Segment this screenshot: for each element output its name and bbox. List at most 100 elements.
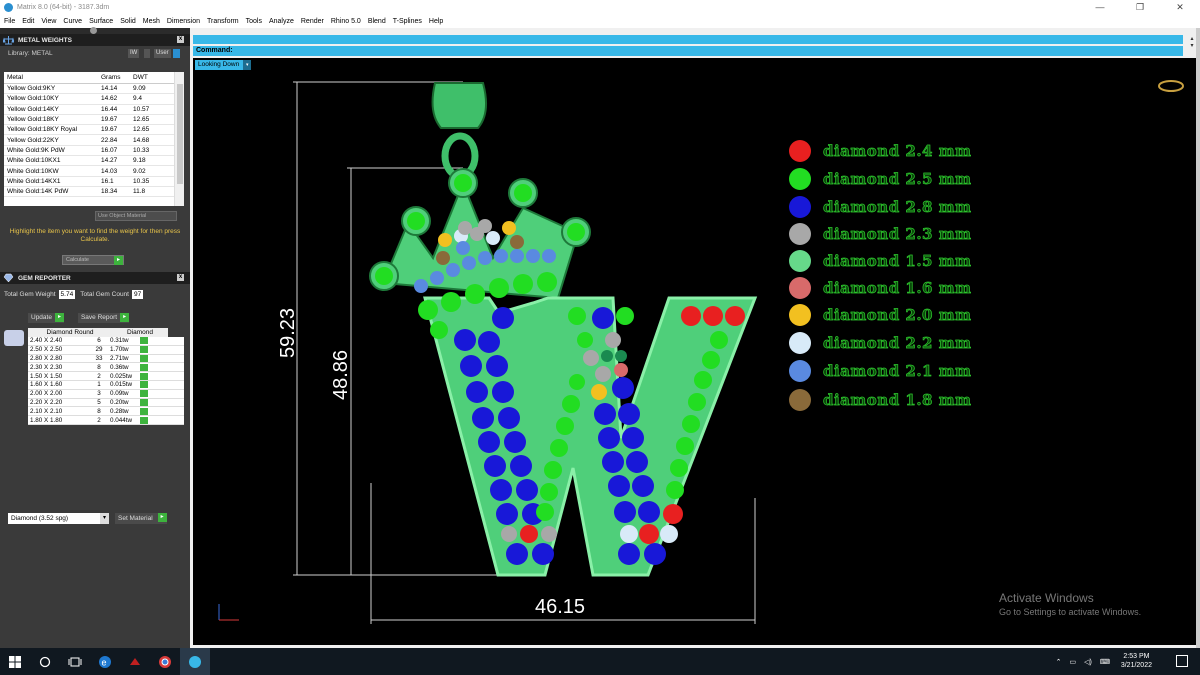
user-toggle-icon[interactable] xyxy=(173,49,180,58)
gem-tw: 0.36tw xyxy=(110,363,129,371)
splitter-knob[interactable] xyxy=(90,27,97,34)
col-grams[interactable]: Grams xyxy=(98,74,130,81)
metal-name: Yellow Gold:22KY xyxy=(7,136,59,144)
maximize-button[interactable]: ❐ xyxy=(1120,0,1160,14)
menu-edit[interactable]: Edit xyxy=(22,18,34,25)
menu-curve[interactable]: Curve xyxy=(63,18,82,25)
material-select[interactable]: Diamond (3.52 spg) ▾ xyxy=(8,512,109,524)
play-icon: ▸ xyxy=(157,512,167,522)
save-report-button[interactable]: Save Report ▸ xyxy=(77,313,130,323)
gem-count: 2 xyxy=(97,372,101,380)
play-icon[interactable] xyxy=(140,390,148,398)
library-iw-button[interactable]: IW xyxy=(128,49,140,58)
table-row[interactable]: Yellow Gold:18KY Royal 19.67 12.65 xyxy=(4,125,184,136)
use-object-material-field[interactable]: Use Object Material xyxy=(95,211,177,221)
table-row[interactable]: White Gold:10KX1 14.27 9.18 xyxy=(4,156,184,167)
col-metal[interactable]: Metal xyxy=(4,74,98,81)
menu-blend[interactable]: Blend xyxy=(368,18,386,25)
menu-help[interactable]: Help xyxy=(429,18,443,25)
menu-solid[interactable]: Solid xyxy=(120,18,136,25)
table-row[interactable]: 2.00 X 2.00 3 0.09tw xyxy=(28,389,184,399)
menu-rhino[interactable]: Rhino 5.0 xyxy=(331,18,361,25)
network-icon[interactable]: ▭ xyxy=(1070,658,1077,666)
clock[interactable]: 2:53 PM 3/21/2022 xyxy=(1121,652,1152,670)
menu-render[interactable]: Render xyxy=(301,18,324,25)
play-icon[interactable] xyxy=(140,372,148,380)
viewport[interactable]: Looking Down ▾ 59.23 48.86 46.15 diamond… xyxy=(193,58,1196,645)
gem-count: 6 xyxy=(97,337,101,345)
table-row[interactable]: 2.20 X 2.20 5 0.20tw xyxy=(28,398,184,408)
table-row[interactable]: Yellow Gold:22KY 22.84 14.68 xyxy=(4,135,184,146)
menu-mesh[interactable]: Mesh xyxy=(143,18,160,25)
task-view-icon[interactable] xyxy=(60,648,90,675)
tray-chevron-up-icon[interactable]: ⌃ xyxy=(1056,658,1062,666)
navigation-widget-icon[interactable] xyxy=(1158,80,1184,92)
notification-icon[interactable] xyxy=(1176,655,1188,667)
legend-item: diamond 2.4 mm xyxy=(789,140,971,162)
minimize-button[interactable]: — xyxy=(1080,0,1120,14)
library-user-button[interactable]: User xyxy=(154,49,171,58)
set-material-button[interactable]: Set Material ▸ xyxy=(115,512,167,524)
menu-transform[interactable]: Transform xyxy=(207,18,239,25)
menu-tools[interactable]: Tools xyxy=(246,18,262,25)
keyboard-icon[interactable]: ⌨ xyxy=(1100,658,1110,666)
table-row[interactable]: White Gold:9K PdW 16.07 10.33 xyxy=(4,146,184,157)
table-row[interactable]: 1.80 X 1.80 2 0.044tw xyxy=(28,416,184,425)
play-icon[interactable] xyxy=(140,346,148,354)
menu-view[interactable]: View xyxy=(41,18,56,25)
play-icon[interactable] xyxy=(140,381,148,389)
menu-tsplines[interactable]: T-Splines xyxy=(393,18,422,25)
legend-label: diamond 2.2 mm xyxy=(823,334,972,353)
play-icon[interactable] xyxy=(140,398,148,406)
edge-browser-icon[interactable]: e xyxy=(90,648,120,675)
table-row[interactable]: 2.50 X 2.50 29 1.70tw xyxy=(28,345,184,355)
close-icon[interactable]: x xyxy=(177,274,184,281)
total-weight-value: 5.74 xyxy=(58,290,76,299)
close-icon[interactable]: x xyxy=(177,36,184,43)
windows-start-icon[interactable] xyxy=(0,648,30,675)
update-button[interactable]: Update ▸ xyxy=(28,313,64,323)
table-row[interactable]: White Gold:10KW 14.03 9.02 xyxy=(4,166,184,177)
legend-item: diamond 1.8 mm xyxy=(789,389,971,411)
table-row[interactable]: Yellow Gold:14KY 16.44 10.57 xyxy=(4,105,184,115)
play-icon[interactable] xyxy=(140,354,148,362)
menu-file[interactable]: File xyxy=(4,18,15,25)
table-row[interactable]: 2.40 X 2.40 6 0.31tw xyxy=(28,337,184,346)
scroll-thumb[interactable] xyxy=(177,84,183,184)
play-icon[interactable] xyxy=(140,416,148,424)
table-row[interactable]: Yellow Gold:9KY 14.14 9.09 xyxy=(4,84,184,95)
table-row[interactable]: 2.80 X 2.80 33 2.71tw xyxy=(28,354,184,364)
menu-dimension[interactable]: Dimension xyxy=(167,18,200,25)
matrix-app-icon[interactable] xyxy=(180,648,210,675)
menu-surface[interactable]: Surface xyxy=(89,18,113,25)
rhino-app-icon[interactable] xyxy=(120,648,150,675)
play-icon[interactable] xyxy=(140,407,148,415)
close-button[interactable]: ✕ xyxy=(1160,0,1200,14)
command-input[interactable]: Command: xyxy=(193,46,1183,56)
gem-tw: 1.70tw xyxy=(110,346,129,354)
chevron-down-icon[interactable]: ▾ xyxy=(100,512,109,524)
metal-name: Yellow Gold:9KY xyxy=(7,85,56,93)
table-row[interactable]: White Gold:14KX1 16.1 10.35 xyxy=(4,177,184,187)
metal-table-scrollbar[interactable] xyxy=(174,72,184,206)
table-row[interactable]: Yellow Gold:18KY 19.67 12.65 xyxy=(4,115,184,126)
table-row[interactable]: 1.60 X 1.60 1 0.015tw xyxy=(28,380,184,390)
iw-toggle-icon[interactable] xyxy=(144,49,150,58)
metal-grams: 16.07 xyxy=(101,146,118,154)
table-row[interactable]: 2.30 X 2.30 8 0.36tw xyxy=(28,363,184,373)
play-icon[interactable] xyxy=(140,363,148,371)
calculate-button[interactable]: Calculate ▸ xyxy=(62,255,124,265)
table-row[interactable]: 1.50 X 1.50 2 0.025tw xyxy=(28,372,184,381)
table-row[interactable]: White Gold:14K PdW 18.34 11.8 xyxy=(4,187,184,198)
search-icon[interactable] xyxy=(30,648,60,675)
table-row[interactable]: Yellow Gold:10KY 14.62 9.4 xyxy=(4,94,184,105)
chrome-icon[interactable] xyxy=(150,648,180,675)
gem-icon xyxy=(3,273,14,283)
gem-tw: 0.025tw xyxy=(110,372,133,380)
col-dwt[interactable]: DWT xyxy=(130,74,170,81)
play-icon[interactable] xyxy=(140,337,148,345)
table-row[interactable]: 2.10 X 2.10 8 0.28tw xyxy=(28,407,184,417)
menu-analyze[interactable]: Analyze xyxy=(269,18,294,25)
metal-grams: 19.67 xyxy=(101,126,118,134)
volume-icon[interactable]: ◁) xyxy=(1084,658,1092,666)
